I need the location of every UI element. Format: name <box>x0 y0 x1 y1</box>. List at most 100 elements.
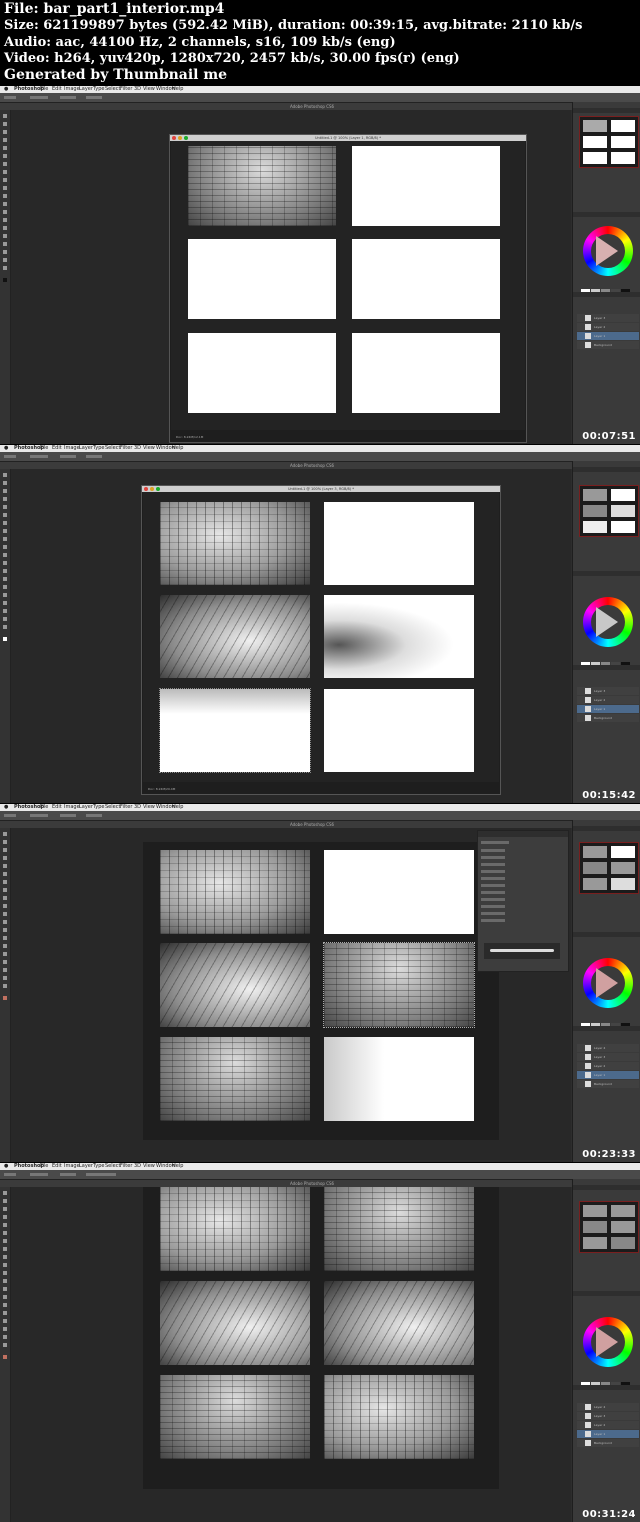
zoom-tool-icon[interactable] <box>3 984 7 988</box>
layers-panel-tab[interactable] <box>573 1385 640 1390</box>
brush-option-row[interactable] <box>481 891 505 894</box>
layer-row[interactable]: Layer 2 <box>577 1421 639 1429</box>
storyboard-panel-2[interactable] <box>324 850 474 934</box>
opacity-field[interactable] <box>60 814 76 817</box>
eraser-tool-icon[interactable] <box>3 912 7 916</box>
layer-row[interactable]: Background <box>577 341 639 349</box>
lasso-tool-icon[interactable] <box>3 1207 7 1211</box>
flow-field[interactable] <box>86 455 102 458</box>
dodge-tool-icon[interactable] <box>3 936 7 940</box>
path-select-tool-icon[interactable] <box>3 242 7 246</box>
mode-dropdown[interactable] <box>30 96 48 99</box>
navigator-tab[interactable] <box>573 1185 640 1190</box>
swatch-row[interactable] <box>581 280 637 295</box>
menu-image[interactable]: Image <box>64 86 80 93</box>
hand-tool-icon[interactable] <box>3 1335 7 1339</box>
layer-row[interactable]: Layer 2 <box>577 1062 639 1070</box>
menu-view[interactable]: View <box>143 445 155 452</box>
crop-tool-icon[interactable] <box>3 146 7 150</box>
color-panel-tab[interactable] <box>573 571 640 576</box>
mode-dropdown[interactable] <box>30 814 48 817</box>
healing-tool-icon[interactable] <box>3 162 7 166</box>
storyboard-panel-2[interactable] <box>324 502 474 585</box>
opacity-field[interactable] <box>60 96 76 99</box>
menu-image[interactable]: Image <box>64 445 80 452</box>
apple-icon[interactable]: ● <box>4 1163 8 1170</box>
apple-icon[interactable]: ● <box>4 86 8 93</box>
menu-file[interactable]: File <box>40 1163 48 1170</box>
move-tool-icon[interactable] <box>3 1191 7 1195</box>
layer-row[interactable]: Layer 4 <box>577 1403 639 1411</box>
layer-row[interactable]: Layer 2 <box>577 696 639 704</box>
navigator-tab[interactable] <box>573 467 640 472</box>
stamp-tool-icon[interactable] <box>3 178 7 182</box>
flow-field[interactable] <box>86 814 102 817</box>
foreground-color-swatch[interactable] <box>3 1355 7 1359</box>
stamp-tool-icon[interactable] <box>3 896 7 900</box>
healing-tool-icon[interactable] <box>3 521 7 525</box>
menu-edit[interactable]: Edit <box>52 1163 62 1170</box>
layer-row[interactable]: Layer 1 <box>577 705 639 713</box>
storyboard-panel-6[interactable] <box>324 1375 474 1459</box>
layer-row[interactable]: Layer 1 <box>577 1071 639 1079</box>
crop-tool-icon[interactable] <box>3 864 7 868</box>
type-tool-icon[interactable] <box>3 593 7 597</box>
color-wheel[interactable] <box>583 597 633 647</box>
menu-filter[interactable]: Filter <box>120 86 132 93</box>
tool-preset-picker[interactable] <box>4 1173 16 1176</box>
swatch-row[interactable] <box>581 1014 637 1029</box>
menu-select[interactable]: Select <box>105 86 120 93</box>
lasso-tool-icon[interactable] <box>3 848 7 852</box>
marquee-tool-icon[interactable] <box>3 840 7 844</box>
healing-tool-icon[interactable] <box>3 880 7 884</box>
menu-layer[interactable]: Layer <box>79 804 93 811</box>
layer-row[interactable]: Layer 2 <box>577 323 639 331</box>
menu-select[interactable]: Select <box>105 804 120 811</box>
stamp-tool-icon[interactable] <box>3 1255 7 1259</box>
path-select-tool-icon[interactable] <box>3 1319 7 1323</box>
canvas[interactable] <box>143 492 499 782</box>
menu-3d[interactable]: 3D <box>134 86 141 93</box>
eraser-tool-icon[interactable] <box>3 194 7 198</box>
menu-file[interactable]: File <box>40 86 48 93</box>
storyboard-panel-1[interactable] <box>160 1187 310 1271</box>
blur-tool-icon[interactable] <box>3 569 7 573</box>
brush-option-row[interactable] <box>481 898 505 901</box>
zoom-tool-icon[interactable] <box>3 266 7 270</box>
storyboard-panel-3[interactable] <box>160 595 310 678</box>
move-tool-icon[interactable] <box>3 114 7 118</box>
foreground-color-swatch[interactable] <box>3 637 7 641</box>
canvas[interactable] <box>143 842 499 1140</box>
storyboard-panel-6[interactable] <box>352 333 500 413</box>
layer-row[interactable]: Background <box>577 1439 639 1447</box>
history-brush-tool-icon[interactable] <box>3 904 7 908</box>
lasso-tool-icon[interactable] <box>3 489 7 493</box>
type-tool-icon[interactable] <box>3 234 7 238</box>
menu-layer[interactable]: Layer <box>79 445 93 452</box>
pen-tool-icon[interactable] <box>3 944 7 948</box>
dodge-tool-icon[interactable] <box>3 218 7 222</box>
brush-tool-icon[interactable] <box>3 170 7 174</box>
menu-filter[interactable]: Filter <box>120 1163 132 1170</box>
layer-row[interactable]: Background <box>577 714 639 722</box>
menu-image[interactable]: Image <box>64 804 80 811</box>
storyboard-panel-1[interactable] <box>160 850 310 934</box>
navigator-preview[interactable] <box>579 1201 639 1253</box>
menu-view[interactable]: View <box>143 804 155 811</box>
tolerance-field[interactable] <box>60 1173 76 1176</box>
brush-tool-icon[interactable] <box>3 888 7 892</box>
menu-select[interactable]: Select <box>105 445 120 452</box>
hand-tool-icon[interactable] <box>3 258 7 262</box>
gradient-tool-icon[interactable] <box>3 561 7 565</box>
menu-edit[interactable]: Edit <box>52 445 62 452</box>
eyedropper-tool-icon[interactable] <box>3 872 7 876</box>
color-panel-tab[interactable] <box>573 1291 640 1296</box>
sample-all-layers-checkbox[interactable] <box>86 1173 116 1176</box>
canvas[interactable] <box>143 1187 499 1489</box>
menu-help[interactable]: Help <box>172 1163 183 1170</box>
menu-view[interactable]: View <box>143 86 155 93</box>
menu-type[interactable]: Type <box>93 86 104 93</box>
menu-layer[interactable]: Layer <box>79 1163 93 1170</box>
layers-panel-tab[interactable] <box>573 665 640 670</box>
layer-row[interactable]: Layer 1 <box>577 1430 639 1438</box>
